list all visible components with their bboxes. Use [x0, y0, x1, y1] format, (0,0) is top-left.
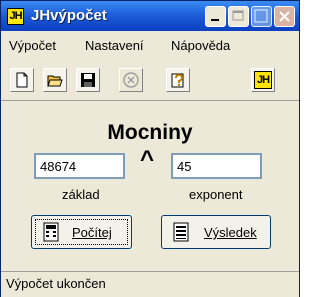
close-icon	[279, 11, 290, 22]
base-label: základ	[62, 187, 100, 202]
cancel-icon	[123, 72, 139, 88]
help-button[interactable]	[251, 6, 272, 27]
base-input[interactable]	[34, 153, 125, 179]
status-bar: Výpočet ukončen	[1, 271, 299, 297]
compute-label: Počítej	[72, 225, 112, 240]
cancel-button[interactable]	[119, 68, 143, 92]
new-file-button[interactable]	[10, 68, 34, 92]
open-folder-icon	[47, 75, 63, 87]
title-bar[interactable]: JH JHvýpočet	[1, 1, 299, 31]
maximize-icon	[232, 10, 244, 21]
help-icon	[171, 73, 184, 88]
help-tool-button[interactable]	[166, 68, 190, 92]
menu-napoveda[interactable]: Nápověda	[171, 38, 230, 53]
save-icon	[81, 73, 95, 87]
close-button[interactable]	[274, 6, 295, 27]
calculator-icon	[43, 222, 59, 242]
result-label: Výsledek	[204, 225, 257, 240]
power-operator: ^	[140, 146, 155, 173]
result-button[interactable]: Výsledek	[161, 215, 271, 249]
exponent-label: exponent	[189, 187, 243, 202]
maximize-button[interactable]	[228, 6, 249, 27]
compute-button[interactable]: Počítej	[31, 215, 132, 249]
toolbar: JH	[1, 60, 299, 101]
app-window: JH JHvýpočet Výpočet Nastavení Nápověda	[0, 0, 300, 297]
open-button[interactable]	[43, 68, 67, 92]
page-title: Mocniny	[107, 121, 193, 144]
save-button[interactable]	[76, 68, 100, 92]
help-icon	[254, 9, 268, 23]
exponent-input[interactable]	[171, 153, 262, 179]
about-button[interactable]: JH	[251, 68, 275, 92]
about-icon: JH	[254, 71, 272, 89]
menu-nastaveni[interactable]: Nastavení	[85, 38, 144, 53]
app-icon: JH	[7, 8, 24, 25]
new-file-icon	[16, 72, 28, 88]
menu-vypocet[interactable]: Výpočet	[9, 38, 56, 53]
status-text: Výpočet ukončen	[6, 276, 106, 291]
minimize-icon	[211, 19, 219, 21]
menu-bar: Výpočet Nastavení Nápověda	[1, 32, 299, 58]
minimize-button[interactable]	[205, 6, 226, 27]
window-title: JHvýpočet	[31, 7, 107, 24]
document-icon	[173, 222, 189, 242]
